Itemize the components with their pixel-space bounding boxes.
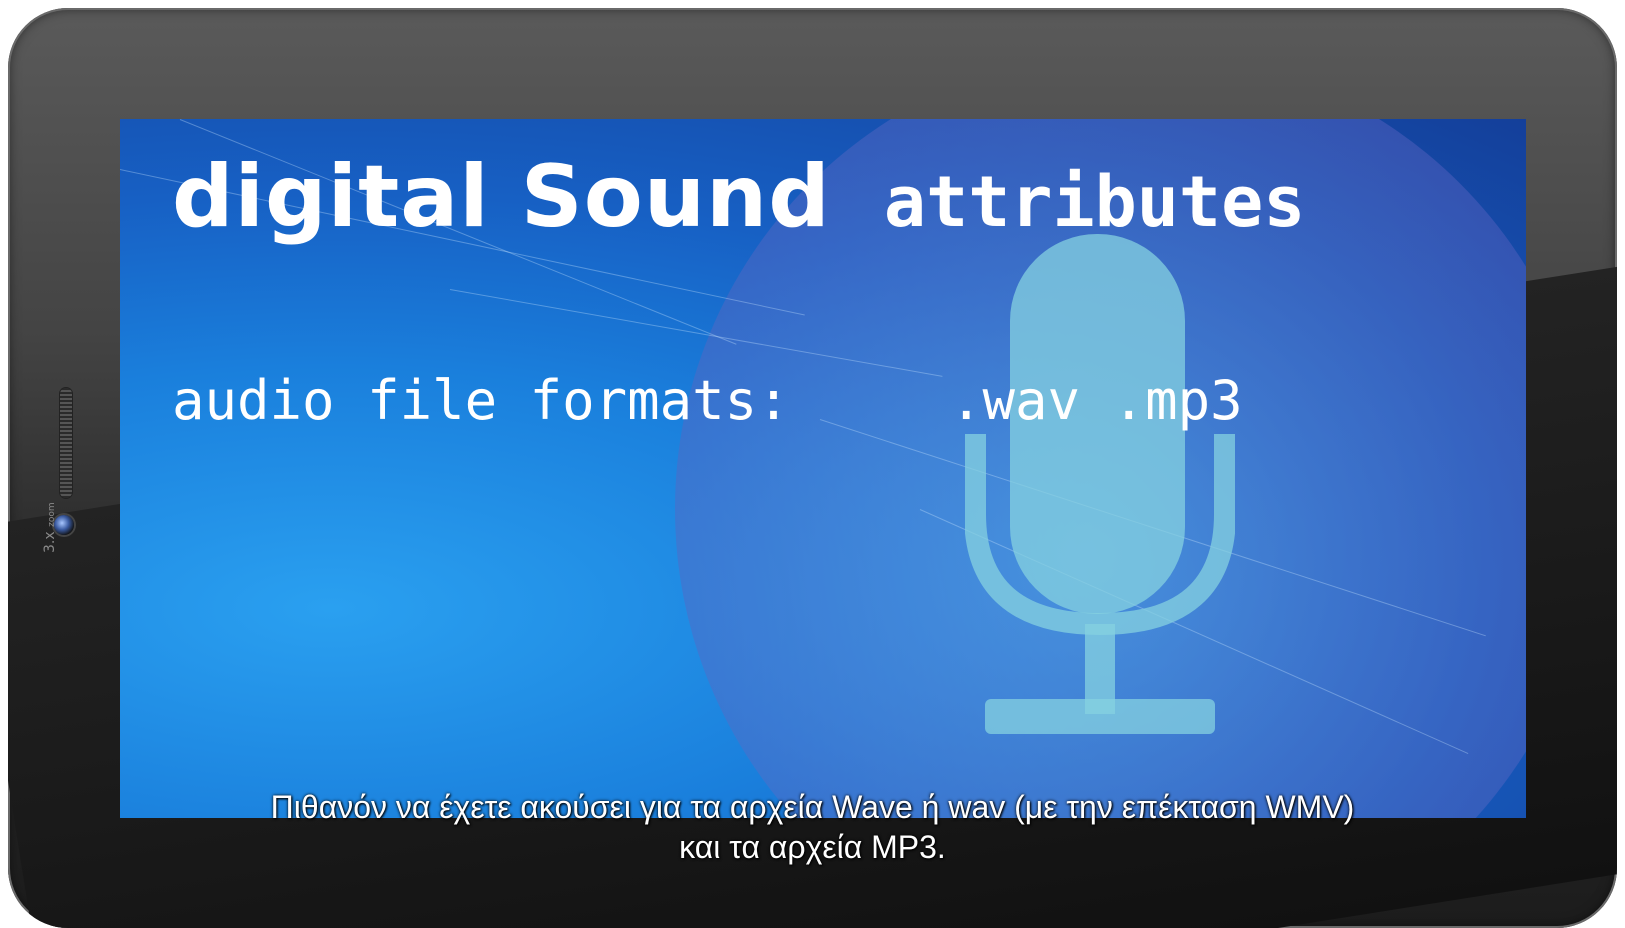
zoom-label: 3.x zoom (42, 502, 58, 553)
speaker-grille (60, 388, 72, 498)
formats-line: audio file formats: .wav .mp3 (172, 369, 1243, 432)
subtitle-caption: Πιθανόν να έχετε ακούσει για τα αρχεία W… (0, 787, 1625, 867)
title-word-sound: Sound (520, 147, 831, 247)
zoom-sublabel: zoom (47, 502, 57, 527)
microphone-icon (965, 234, 1235, 734)
subtitle-line-1: Πιθανόν να έχετε ακούσει για τα αρχεία W… (270, 789, 1355, 825)
slide-screen: digital Sound attributes audio file form… (120, 119, 1526, 818)
title-word-digital: digital (172, 147, 490, 247)
slide-title: digital Sound attributes (172, 147, 1305, 247)
subtitle-line-2: και τα αρχεία MP3. (679, 829, 946, 865)
formats-label: audio file formats: (172, 369, 790, 432)
zoom-value: 3.x (42, 531, 58, 553)
formats-value: .wav .mp3 (950, 369, 1243, 432)
title-word-attributes: attributes (883, 161, 1306, 243)
